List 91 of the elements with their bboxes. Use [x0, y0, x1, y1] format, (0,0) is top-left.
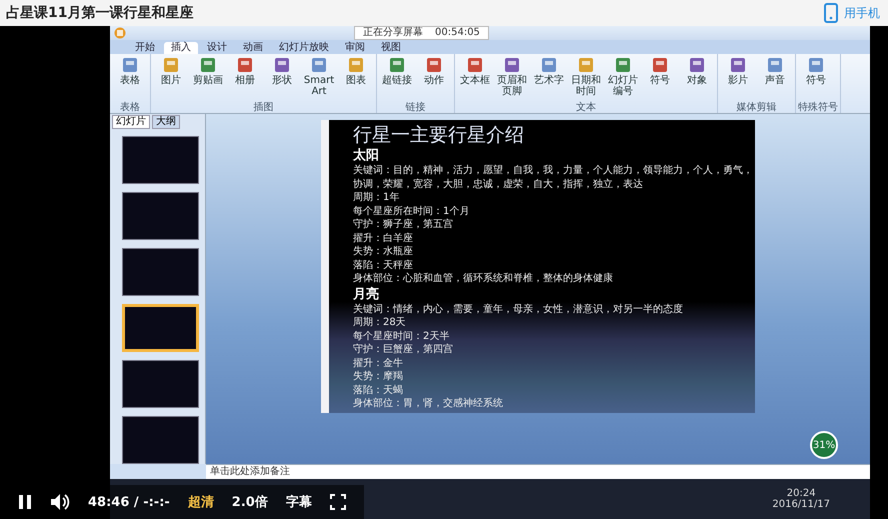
- ribbon-item-icon: [273, 56, 291, 74]
- fullscreen-button[interactable]: [330, 494, 346, 510]
- playback-time: 48:46 / -:-:-: [88, 494, 170, 510]
- ribbon-item[interactable]: 形状: [264, 56, 300, 102]
- slide-text: 落陷：天秤座: [353, 258, 414, 272]
- slide-text: 周期：1年: [353, 191, 400, 204]
- ribbon-tab[interactable]: 开始: [128, 42, 162, 54]
- slide-thumbnail[interactable]: [122, 192, 199, 240]
- volume-button[interactable]: [50, 493, 70, 511]
- ribbon-tab[interactable]: 插入: [164, 42, 198, 54]
- ribbon-group-label: 媒体剪辑: [736, 102, 778, 113]
- ribbon-group-label: 文本: [575, 102, 597, 113]
- ribbon-item-icon: [766, 56, 784, 74]
- ribbon-item-icon: [199, 56, 217, 74]
- ribbon-item-icon: [688, 56, 706, 74]
- share-status: 正在分享屏幕: [363, 28, 423, 38]
- page-title: 占星课11月第一课行星和星座: [6, 4, 194, 22]
- slide-text: 擢升：金牛: [353, 356, 404, 370]
- ribbon-item-icon: [310, 56, 328, 74]
- ribbon-item-icon: [577, 56, 595, 74]
- slide-text: 失势：水瓶座: [353, 245, 414, 258]
- slide-title: 行星一主要行星介绍: [353, 123, 525, 147]
- ribbon-item-icon: [614, 56, 632, 74]
- ribbon-item[interactable]: 日期和时间: [568, 56, 604, 102]
- ribbon-item-icon: [121, 56, 139, 74]
- slide-heading: 月亮: [353, 286, 380, 302]
- ribbon-group-label: 特殊符号: [798, 102, 838, 113]
- ribbon-item-icon: [388, 56, 406, 74]
- phone-icon: [824, 3, 838, 23]
- slide-text: 协调，荣耀，宽容，大胆，忠诚，虚荣，自大，指挥，独立，表达: [353, 178, 644, 191]
- ribbon-group-label: 表格: [119, 102, 141, 113]
- slide-text: 守护：狮子座，第五宫: [353, 218, 454, 232]
- player-option[interactable]: 2.0倍: [232, 493, 268, 511]
- ribbon-item-icon: [236, 56, 254, 74]
- taskbar-clock[interactable]: 20:24 2016/11/17: [772, 488, 830, 510]
- pause-button[interactable]: [18, 494, 32, 510]
- panel-tab[interactable]: 大纲: [152, 115, 180, 129]
- ribbon-item[interactable]: 图片: [153, 56, 189, 102]
- slide-thumbnail[interactable]: [122, 136, 199, 184]
- ribbon-item-icon: [651, 56, 669, 74]
- ribbon-group-label: 插图: [252, 102, 274, 113]
- ribbon-item[interactable]: 剪贴画: [190, 56, 226, 102]
- ribbon-item[interactable]: 符号: [642, 56, 678, 102]
- slide-thumbnail[interactable]: [122, 248, 199, 296]
- ribbon-tab[interactable]: 审阅: [338, 42, 372, 54]
- slide-thumbnail[interactable]: [122, 304, 199, 352]
- ribbon-item[interactable]: 图表: [338, 56, 374, 102]
- ribbon-item[interactable]: SmartArt: [301, 56, 337, 102]
- ribbon-tab[interactable]: 幻灯片放映: [272, 42, 336, 54]
- ribbon-item[interactable]: 文本框: [457, 56, 493, 102]
- ribbon-item[interactable]: 符号: [798, 56, 834, 102]
- panel-tab[interactable]: 幻灯片: [112, 115, 150, 129]
- ribbon-tab[interactable]: 设计: [200, 42, 234, 54]
- slide-text: 失势：摩羯: [353, 370, 404, 384]
- ribbon-tab[interactable]: 动画: [236, 42, 270, 54]
- ribbon-item[interactable]: 超链接: [379, 56, 415, 102]
- ribbon-item[interactable]: 艺术字: [531, 56, 567, 102]
- ribbon-item[interactable]: 动作: [416, 56, 452, 102]
- slide-thumbnail[interactable]: [122, 360, 199, 408]
- slide-text: 身体部位：心脏和血管，循环系统和脊椎，整体的身体健康: [353, 272, 614, 286]
- slide-text: 擢升：白羊座: [353, 232, 414, 245]
- slide-thumbnail[interactable]: [122, 416, 199, 464]
- slide-heading: 太阳: [353, 147, 380, 164]
- ribbon-item[interactable]: 表格: [112, 56, 148, 102]
- ribbon-item[interactable]: 相册: [227, 56, 263, 102]
- slide-text: 守护：巨蟹座，第四宫: [353, 343, 454, 356]
- ribbon-item-icon: [425, 56, 443, 74]
- slide-text: 落陷：天蝎: [353, 384, 404, 397]
- ribbon-item[interactable]: 影片: [720, 56, 756, 102]
- slide-text: 每个星座所在时间：1个月: [353, 204, 470, 218]
- notes-field[interactable]: 单击此处添加备注: [206, 464, 870, 479]
- slide-text: 关键词：情绪，内心，需要，童年，母亲，女性，潜意识，对另一半的态度: [353, 302, 684, 316]
- ribbon-item-icon: [729, 56, 747, 74]
- player-option[interactable]: 超清: [188, 493, 214, 511]
- share-timer: 00:54:05: [435, 28, 480, 38]
- ribbon-item[interactable]: 声音: [757, 56, 793, 102]
- ribbon-item[interactable]: 幻灯片编号: [605, 56, 641, 102]
- ribbon-item-icon: [540, 56, 558, 74]
- ribbon-item[interactable]: 对象: [679, 56, 715, 102]
- ribbon-item-icon: [466, 56, 484, 74]
- ribbon-item-icon: [807, 56, 825, 74]
- ribbon-item-icon: [503, 56, 521, 74]
- slide-text: 每个星座时间：2天半: [353, 330, 450, 343]
- slide-text: 周期：28天: [353, 316, 407, 330]
- ribbon-group-label: 链接: [404, 102, 426, 113]
- ribbon-item-icon: [162, 56, 180, 74]
- player-option[interactable]: 字幕: [286, 493, 312, 511]
- slide-text: 身体部位：胃，肾，交感神经系统: [353, 397, 504, 410]
- ribbon-tab[interactable]: 视图: [374, 42, 408, 54]
- ribbon-item-icon: [347, 56, 365, 74]
- ribbon-item[interactable]: 页眉和页脚: [494, 56, 530, 102]
